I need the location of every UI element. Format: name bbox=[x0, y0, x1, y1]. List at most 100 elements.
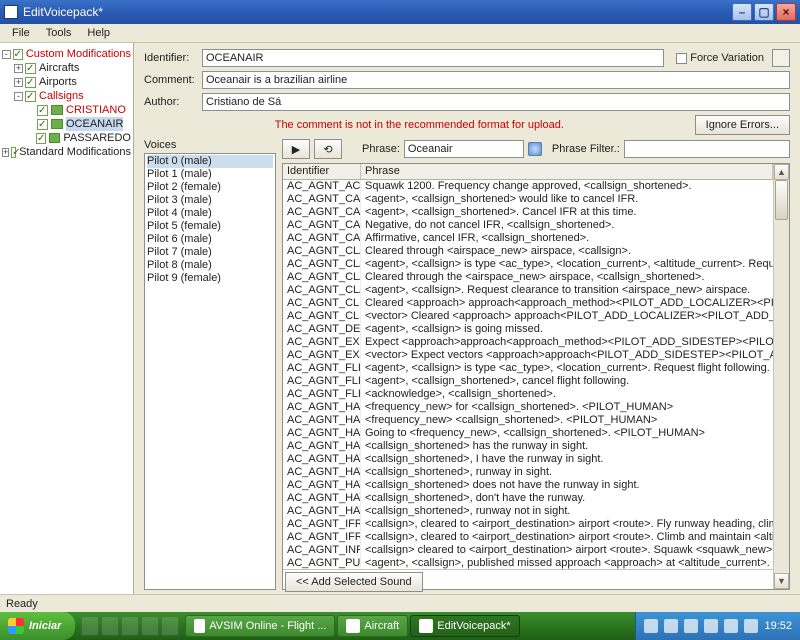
tree-node-oceanair[interactable]: OCEANAIR bbox=[2, 117, 131, 131]
voice-item[interactable]: Pilot 3 (male) bbox=[147, 194, 273, 207]
voice-item[interactable]: Pilot 5 (female) bbox=[147, 220, 273, 233]
play-button[interactable]: ▶ bbox=[282, 139, 310, 159]
task-button[interactable]: Aircraft bbox=[337, 615, 408, 637]
table-row[interactable]: AC_AGNT_DEC...<agent>, <callsign> is goi… bbox=[283, 323, 773, 336]
tray-icon[interactable] bbox=[664, 619, 678, 633]
close-button[interactable]: × bbox=[776, 3, 796, 21]
cell-phrase: <callsign>, cleared to <airport_destinat… bbox=[361, 518, 773, 531]
task-button[interactable]: AVSIM Online - Flight ... bbox=[185, 615, 335, 637]
grid-scrollbar[interactable]: ▲ ▼ bbox=[773, 164, 789, 589]
phrase-filter-input[interactable] bbox=[624, 140, 790, 158]
start-button[interactable]: Iniciar bbox=[0, 612, 75, 640]
col-phrase[interactable]: Phrase bbox=[361, 164, 773, 179]
voice-item[interactable]: Pilot 9 (female) bbox=[147, 272, 273, 285]
tree-node-passaredo[interactable]: PASSAREDO bbox=[2, 131, 131, 145]
tray-icon[interactable] bbox=[704, 619, 718, 633]
table-row[interactable]: AC_AGNT_PUB...<agent>, <callsign>, publi… bbox=[283, 557, 773, 569]
scroll-down-icon[interactable]: ▼ bbox=[774, 573, 789, 589]
table-row[interactable]: AC_AGNT_HAV...<callsign_shortened> does … bbox=[283, 479, 773, 492]
tray-icon[interactable] bbox=[644, 619, 658, 633]
clock[interactable]: 19:52 bbox=[764, 620, 792, 632]
ql-icon[interactable] bbox=[101, 616, 119, 636]
tree-node-aircrafts[interactable]: +Aircrafts bbox=[2, 61, 131, 75]
table-row[interactable]: AC_AGNT_CLAS...Cleared through the <airs… bbox=[283, 271, 773, 284]
table-row[interactable]: AC_AGNT_HAV...<callsign_shortened> has t… bbox=[283, 440, 773, 453]
ql-icon[interactable] bbox=[161, 616, 179, 636]
table-row[interactable]: AC_AGNT_CLAS...<agent>, <callsign> is ty… bbox=[283, 258, 773, 271]
ignore-errors-button[interactable]: Ignore Errors... bbox=[695, 115, 790, 135]
ql-icon[interactable] bbox=[81, 616, 99, 636]
table-row[interactable]: AC_AGNT_CAN...Negative, do not cancel IF… bbox=[283, 219, 773, 232]
cell-identifier: AC_AGNT_CLAS... bbox=[283, 271, 361, 284]
tree-node-standard[interactable]: +Standard Modifications bbox=[2, 145, 131, 159]
force-variation-checkbox[interactable] bbox=[676, 53, 687, 64]
loop-button[interactable]: ⟲ bbox=[314, 139, 342, 159]
windows-logo-icon bbox=[8, 618, 24, 634]
table-row[interactable]: AC_AGNT_HAV...<callsign_shortened>, runw… bbox=[283, 505, 773, 518]
comment-input[interactable]: Oceanair is a brazilian airline bbox=[202, 71, 790, 89]
maximize-button[interactable]: ▢ bbox=[754, 3, 774, 21]
tray-icon[interactable] bbox=[724, 619, 738, 633]
table-row[interactable]: AC_AGNT_FLIG...<agent>, <callsign_shorte… bbox=[283, 375, 773, 388]
table-row[interactable]: AC_AGNT_CLAS...Cleared through <airspace… bbox=[283, 245, 773, 258]
author-input[interactable]: Cristiano de Sá bbox=[202, 93, 790, 111]
scroll-up-icon[interactable]: ▲ bbox=[774, 164, 789, 180]
table-row[interactable]: AC_AGNT_CAN...Affirmative, cancel IFR, <… bbox=[283, 232, 773, 245]
voice-item[interactable]: Pilot 7 (male) bbox=[147, 246, 273, 259]
task-button[interactable]: EditVoicepack* bbox=[410, 615, 519, 637]
tree-node-airports[interactable]: +Airports bbox=[2, 75, 131, 89]
voice-item[interactable]: Pilot 2 (female) bbox=[147, 181, 273, 194]
table-row[interactable]: AC_AGNT_EXP...<vector> Expect vectors <a… bbox=[283, 349, 773, 362]
table-row[interactable]: AC_AGNT_FLIG...<agent>, <callsign> is ty… bbox=[283, 362, 773, 375]
voice-item[interactable]: Pilot 1 (male) bbox=[147, 168, 273, 181]
table-row[interactable]: AC_AGNT_CAN...<agent>, <callsign_shorten… bbox=[283, 206, 773, 219]
table-row[interactable]: AC_AGNT_INFLI...<callsign> cleared to <a… bbox=[283, 544, 773, 557]
col-identifier[interactable]: Identifier bbox=[283, 164, 361, 179]
cell-identifier: AC_AGNT_INFLI... bbox=[283, 544, 361, 557]
table-row[interactable]: AC_AGNT_IFR_...<callsign>, cleared to <a… bbox=[283, 518, 773, 531]
voice-item[interactable]: Pilot 4 (male) bbox=[147, 207, 273, 220]
table-row[interactable]: AC_AGNT_CLEA...<vector> Cleared <approac… bbox=[283, 310, 773, 323]
cell-identifier: AC_AGNT_HAV... bbox=[283, 505, 361, 518]
table-row[interactable]: AC_AGNT_EXP...Expect <approach>approach<… bbox=[283, 336, 773, 349]
phrase-grid[interactable]: Identifier Phrase AC_AGNT_ACK...Squawk 1… bbox=[282, 163, 790, 590]
table-row[interactable]: AC_AGNT_HAN...Going to <frequency_new>, … bbox=[283, 427, 773, 440]
record-icon[interactable] bbox=[528, 142, 542, 156]
table-row[interactable]: AC_AGNT_HAV...<callsign_shortened>, don'… bbox=[283, 492, 773, 505]
minimize-button[interactable]: – bbox=[732, 3, 752, 21]
cell-identifier: AC_AGNT_HAV... bbox=[283, 453, 361, 466]
scroll-thumb[interactable] bbox=[775, 180, 788, 220]
tree-node-callsigns[interactable]: -Callsigns bbox=[2, 89, 131, 103]
ql-icon[interactable] bbox=[141, 616, 159, 636]
ql-icon[interactable] bbox=[121, 616, 139, 636]
menu-tools[interactable]: Tools bbox=[38, 25, 80, 41]
cell-identifier: AC_AGNT_IFR_... bbox=[283, 518, 361, 531]
tree-view[interactable]: -Custom Modifications +Aircrafts +Airpor… bbox=[0, 43, 134, 594]
tree-node-cristiano[interactable]: CRISTIANO bbox=[2, 103, 131, 117]
voices-list[interactable]: Pilot 0 (male)Pilot 1 (male)Pilot 2 (fem… bbox=[144, 153, 276, 590]
phrase-input[interactable]: Oceanair bbox=[404, 140, 524, 158]
table-row[interactable]: AC_AGNT_HAV...<callsign_shortened>, runw… bbox=[283, 466, 773, 479]
table-row[interactable]: AC_AGNT_HAN...<frequency_new> for <calls… bbox=[283, 401, 773, 414]
cell-phrase: Negative, do not cancel IFR, <callsign_s… bbox=[361, 219, 773, 232]
menu-help[interactable]: Help bbox=[79, 25, 118, 41]
add-selected-sound-button[interactable]: << Add Selected Sound bbox=[285, 572, 423, 592]
table-row[interactable]: AC_AGNT_CAN...<agent>, <callsign_shorten… bbox=[283, 193, 773, 206]
table-row[interactable]: AC_AGNT_ACK...Squawk 1200. Frequency cha… bbox=[283, 180, 773, 193]
phrase-label: Phrase: bbox=[362, 143, 400, 155]
table-row[interactable]: AC_AGNT_HAV...<callsign_shortened>, I ha… bbox=[283, 453, 773, 466]
identifier-input[interactable]: OCEANAIR bbox=[202, 49, 664, 67]
variation-menu-button[interactable] bbox=[772, 49, 790, 67]
voice-item[interactable]: Pilot 8 (male) bbox=[147, 259, 273, 272]
tray-icon[interactable] bbox=[684, 619, 698, 633]
tray-icon[interactable] bbox=[744, 619, 758, 633]
table-row[interactable]: AC_AGNT_CLEA...Cleared <approach> approa… bbox=[283, 297, 773, 310]
tree-node-custom[interactable]: -Custom Modifications bbox=[2, 47, 131, 61]
voice-item[interactable]: Pilot 6 (male) bbox=[147, 233, 273, 246]
table-row[interactable]: AC_AGNT_HAN...<frequency_new> <callsign_… bbox=[283, 414, 773, 427]
table-row[interactable]: AC_AGNT_CLAS...<agent>, <callsign>. Requ… bbox=[283, 284, 773, 297]
voice-item[interactable]: Pilot 0 (male) bbox=[147, 155, 273, 168]
table-row[interactable]: AC_AGNT_IFR_...<callsign>, cleared to <a… bbox=[283, 531, 773, 544]
table-row[interactable]: AC_AGNT_FLIG...<acknowledge>, <callsign_… bbox=[283, 388, 773, 401]
menu-file[interactable]: File bbox=[4, 25, 38, 41]
